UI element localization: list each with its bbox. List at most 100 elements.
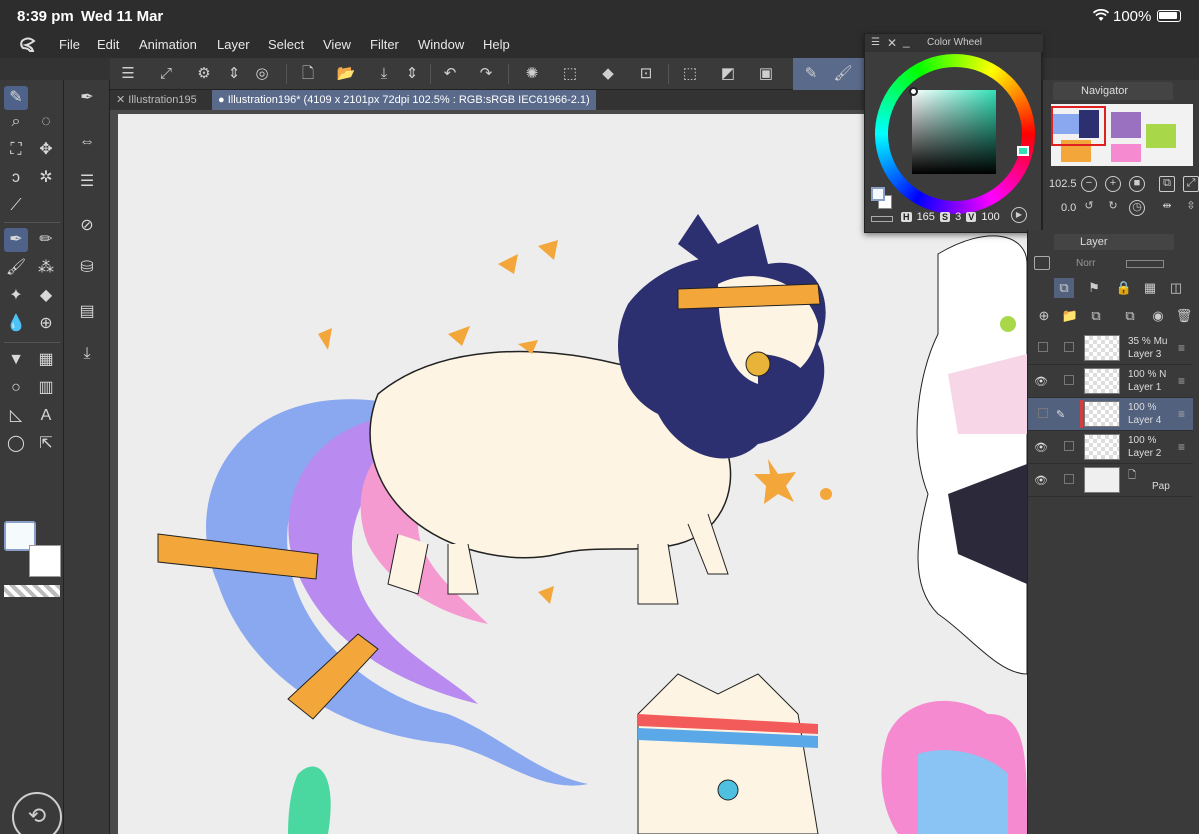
transparent-color-swatch[interactable] xyxy=(4,585,60,597)
fit-icon[interactable]: ⧉ xyxy=(1159,176,1175,192)
eyedropper-icon[interactable]: ⟋ xyxy=(4,194,28,218)
hue-marker[interactable] xyxy=(1017,146,1029,156)
pen-edit-icon[interactable]: ✎ xyxy=(1056,408,1070,421)
decoration-icon[interactable]: ✦ xyxy=(4,284,28,308)
menu-file[interactable]: File xyxy=(59,37,80,52)
flip-vertical-icon[interactable]: ⇳ xyxy=(1183,200,1199,216)
expand-icon[interactable]: ⤢ xyxy=(1183,176,1199,192)
clip-layer-icon[interactable]: ⧉ xyxy=(1054,278,1074,298)
flip-horizontal-icon[interactable]: ⇹ xyxy=(1159,200,1175,216)
delete-layer-icon[interactable]: 🗑 xyxy=(1174,306,1194,326)
navigator-thumbnail[interactable] xyxy=(1051,104,1193,166)
pencil-icon[interactable]: ✏ xyxy=(34,228,58,252)
close-icon[interactable]: ✕ xyxy=(887,34,897,52)
brush-tool-icon[interactable]: 🖌 xyxy=(4,256,28,280)
balloon-icon[interactable]: ◯ xyxy=(4,432,28,456)
stepper-icon[interactable]: ⇕ xyxy=(224,64,244,84)
new-file-icon[interactable]: 🗋 xyxy=(298,64,318,84)
open-folder-icon[interactable]: 📂 xyxy=(336,64,356,84)
eraser-icon[interactable]: ◆ xyxy=(34,284,58,308)
zoom-in-icon[interactable]: + xyxy=(1105,176,1121,192)
layer-menu-icon[interactable]: ≡ xyxy=(1178,341,1185,355)
canvas-size-icon[interactable]: ⤢ xyxy=(156,64,176,84)
layer-property-icon[interactable]: ⛁ xyxy=(75,256,99,280)
layer-menu-icon[interactable]: ≡ xyxy=(1178,407,1185,421)
menu-help[interactable]: Help xyxy=(483,37,510,52)
brush-icon[interactable]: 🖌 xyxy=(833,64,853,84)
undo-icon[interactable]: ↶ xyxy=(440,64,460,84)
rotate-right-icon[interactable]: ↻ xyxy=(1105,200,1121,216)
magic-wand-icon[interactable]: ✲ xyxy=(34,166,58,190)
clip-studio-icon[interactable]: ◎ xyxy=(252,64,272,84)
color-mode-icon[interactable]: ▶ xyxy=(1011,207,1027,223)
layer-menu-icon[interactable]: ≡ xyxy=(1178,440,1185,454)
lock-icon[interactable]: 🔒 xyxy=(1114,278,1134,298)
save-icon[interactable]: ⤓ xyxy=(374,64,394,84)
pen-icon[interactable]: ✒ xyxy=(4,228,28,252)
object-select-icon[interactable]: ⛶ xyxy=(4,138,28,162)
import-icon[interactable]: ⤓ xyxy=(75,342,99,366)
menu-window[interactable]: Window xyxy=(418,37,464,52)
opacity-slider[interactable] xyxy=(1126,260,1164,268)
reset-rotation-icon[interactable]: ◷ xyxy=(1129,200,1145,216)
reference-layer-icon[interactable]: ⚑ xyxy=(1084,278,1104,298)
history-icon[interactable]: ▤ xyxy=(75,300,99,324)
frame-icon[interactable]: ▥ xyxy=(34,376,58,400)
eye-icon[interactable]: 👁 xyxy=(1034,474,1048,487)
crop-icon[interactable]: ⊡ xyxy=(636,64,656,84)
layer-row[interactable]: 👁 🗋 Pap xyxy=(1028,464,1193,497)
fill-icon[interactable]: ◆ xyxy=(598,64,618,84)
airbrush-icon[interactable]: ⁂ xyxy=(34,256,58,280)
material-icon[interactable]: ⊘ xyxy=(75,214,99,238)
zoom-reset-icon[interactable]: ■ xyxy=(1129,176,1145,192)
sub-pen-icon[interactable]: ✒ xyxy=(75,86,99,110)
sub-color-swatch[interactable] xyxy=(29,545,61,577)
lock-transparency-icon[interactable]: ▦ xyxy=(1140,278,1160,298)
blend-mode-select[interactable]: Norr xyxy=(1076,258,1095,269)
sv-marker[interactable] xyxy=(909,87,918,96)
correct-line-icon[interactable]: ⇱ xyxy=(34,432,58,456)
layer-color-icon[interactable] xyxy=(1034,256,1050,270)
pen-stabilizer-icon[interactable]: ✎ xyxy=(801,64,821,84)
blend-icon[interactable]: 💧 xyxy=(4,312,28,336)
transfer-down-icon[interactable]: ⧉ xyxy=(1086,306,1106,326)
merge-down-icon[interactable]: ⧉ xyxy=(1120,306,1140,326)
transform-icon[interactable]: ⬚ xyxy=(560,64,580,84)
app-logo-icon[interactable] xyxy=(18,36,38,54)
rotate-left-icon[interactable]: ↺ xyxy=(1081,200,1097,216)
lasso-icon[interactable]: ↄ xyxy=(4,166,28,190)
ruler-icon[interactable]: ◺ xyxy=(4,404,28,428)
menu-layer[interactable]: Layer xyxy=(217,37,250,52)
stepper2-icon[interactable]: ⇕ xyxy=(402,64,422,84)
pen-tool-icon[interactable]: ✎ xyxy=(4,86,28,110)
layer-row[interactable]: 👁 100 % N Layer 1 ≡ xyxy=(1028,365,1193,398)
layer-row[interactable]: 35 % Mu Layer 3 ≡ xyxy=(1028,332,1193,365)
color-toggle-bar[interactable] xyxy=(871,216,893,222)
figure-icon[interactable]: ○ xyxy=(4,376,28,400)
main-color-chip[interactable] xyxy=(871,187,885,201)
move-icon[interactable]: ✥ xyxy=(34,138,58,162)
saturation-value-square[interactable] xyxy=(912,90,996,174)
new-raster-layer-icon[interactable]: ⊕ xyxy=(1034,306,1054,326)
edge-keyboard-icon[interactable]: ⟲ xyxy=(12,792,62,834)
menu-hamburger-icon[interactable]: ☰ xyxy=(118,64,138,84)
loading-icon[interactable]: ✺ xyxy=(522,64,542,84)
eye-icon[interactable]: 👁 xyxy=(1034,375,1048,388)
eye-icon[interactable]: 👁 xyxy=(1034,441,1048,454)
menu-view[interactable]: View xyxy=(323,37,351,52)
navigator-viewport-frame[interactable] xyxy=(1051,106,1106,146)
rotate-view-icon[interactable]: ◌ xyxy=(34,110,58,134)
grip-icon[interactable]: ☰ xyxy=(871,34,880,52)
canvas-settings-icon[interactable]: ⚙ xyxy=(194,64,214,84)
layer-row[interactable]: 👁 100 % Layer 2 ≡ xyxy=(1028,431,1193,464)
zoom-icon[interactable]: ⌕ xyxy=(4,110,28,134)
redo-icon[interactable]: ↷ xyxy=(476,64,496,84)
menu-select[interactable]: Select xyxy=(268,37,304,52)
gradient-icon[interactable]: ▦ xyxy=(34,348,58,372)
fill-bucket-icon[interactable]: ▼ xyxy=(4,348,28,372)
menu-filter[interactable]: Filter xyxy=(370,37,399,52)
tool-property-icon[interactable]: ☰ xyxy=(75,170,99,194)
new-folder-icon[interactable]: 📁 xyxy=(1060,306,1080,326)
layer-menu-icon[interactable]: ≡ xyxy=(1178,374,1185,388)
text-icon[interactable]: A xyxy=(34,404,58,428)
